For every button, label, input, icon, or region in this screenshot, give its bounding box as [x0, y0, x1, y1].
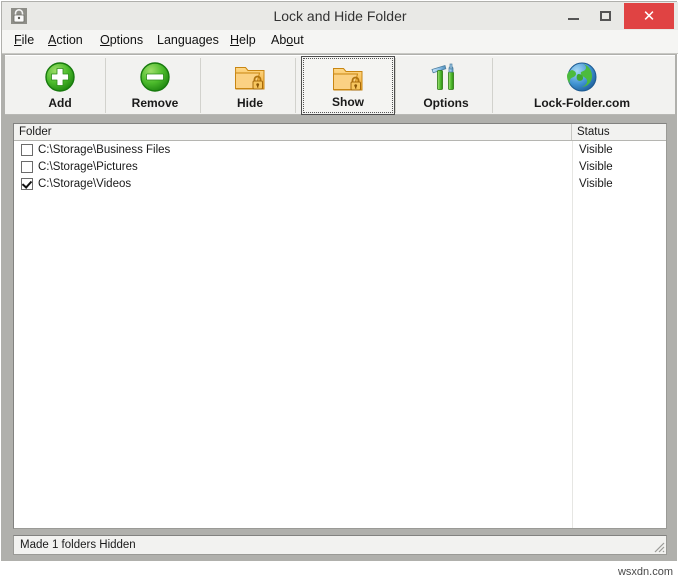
- watermark: wsxdn.com: [617, 566, 673, 578]
- menu-bar: File Action Options Languages Help About: [2, 30, 678, 54]
- toolbar-button-label: Hide: [236, 96, 263, 110]
- row-status: Visible: [579, 144, 613, 156]
- toolbar-button-label: Add: [48, 96, 72, 110]
- toolbar-separator-3: [395, 58, 396, 113]
- row-status: Visible: [579, 161, 613, 173]
- menu-item-languages[interactable]: Languages: [157, 33, 219, 47]
- toolbar-button-add[interactable]: Add: [13, 56, 107, 115]
- column-header-folder[interactable]: Folder: [14, 124, 572, 140]
- minimize-icon: [558, 3, 588, 29]
- close-button[interactable]: ✕: [624, 3, 674, 29]
- resize-grip[interactable]: [651, 539, 665, 553]
- folder-lock-icon: [233, 60, 267, 94]
- menu-item-help[interactable]: Help: [230, 33, 256, 47]
- toolbar-button-remove[interactable]: Remove: [108, 56, 202, 115]
- menu-item-action[interactable]: Action: [48, 33, 83, 47]
- toolbar-button-hide[interactable]: Hide: [203, 56, 297, 115]
- row-checkbox[interactable]: [21, 161, 33, 173]
- toolbar-button-label: Options: [423, 96, 469, 110]
- table-row[interactable]: C:\Storage\Pictures Visible: [14, 159, 666, 176]
- row-folder-path: C:\Storage\Videos: [38, 178, 132, 190]
- green-plus-circle-icon: [43, 60, 77, 94]
- row-checkbox[interactable]: [21, 178, 33, 190]
- toolbar: Add Remove Hide Show Options Lock-Folder…: [5, 55, 675, 115]
- column-divider: [572, 141, 573, 528]
- table-row[interactable]: C:\Storage\Business Files Visible: [14, 142, 666, 159]
- menu-item-options[interactable]: Options: [100, 33, 143, 47]
- menu-item-file[interactable]: File: [14, 33, 34, 47]
- row-status: Visible: [579, 178, 613, 190]
- toolbar-button-label: Show: [332, 95, 364, 109]
- status-bar: Made 1 folders Hidden: [13, 535, 667, 555]
- close-icon: ✕: [642, 8, 656, 25]
- folder-unlock-icon: [331, 61, 365, 95]
- hammer-screwdriver-icon: [429, 60, 463, 94]
- title-bar: Lock and Hide Folder ✕: [2, 2, 678, 30]
- toolbar-button-label: Remove: [131, 96, 179, 110]
- folder-list[interactable]: Folder Status C:\Storage\Business Files V…: [13, 123, 667, 529]
- toolbar-button-label: Lock-Folder.com: [533, 96, 631, 110]
- status-message: Made 1 folders Hidden: [20, 539, 136, 551]
- maximize-icon: [590, 3, 620, 29]
- menu-item-about[interactable]: About: [271, 33, 304, 47]
- column-header-status[interactable]: Status: [572, 124, 666, 140]
- toolbar-button-lock-folder-com[interactable]: Lock-Folder.com: [497, 56, 667, 115]
- green-minus-circle-icon: [138, 60, 172, 94]
- list-header-row: Folder Status: [14, 124, 666, 141]
- minimize-button[interactable]: [558, 3, 588, 29]
- toolbar-button-show[interactable]: Show: [301, 56, 395, 115]
- row-folder-path: C:\Storage\Business Files: [38, 144, 171, 156]
- globe-icon: [565, 60, 599, 94]
- table-row[interactable]: C:\Storage\Videos Visible: [14, 176, 666, 193]
- toolbar-button-options[interactable]: Options: [399, 56, 493, 115]
- maximize-button[interactable]: [590, 3, 620, 29]
- window-frame: Lock and Hide Folder ✕ File Action Options…: [0, 0, 678, 578]
- row-checkbox[interactable]: [21, 144, 33, 156]
- row-folder-path: C:\Storage\Pictures: [38, 161, 138, 173]
